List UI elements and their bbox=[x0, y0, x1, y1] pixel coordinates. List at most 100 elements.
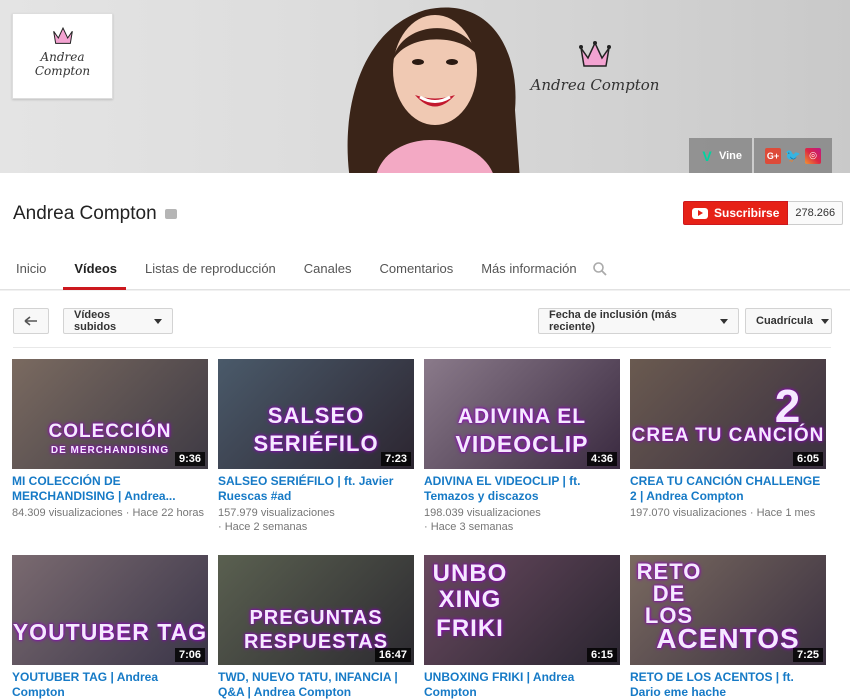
crown-icon bbox=[52, 26, 73, 44]
video-card[interactable]: CREA TU CANCIÓN 2 6:05 CREA TU CANCIÓN C… bbox=[630, 359, 826, 520]
video-card[interactable]: YOUTUBER TAG 7:06 YOUTUBER TAG | Andrea … bbox=[12, 555, 208, 700]
tab-videos[interactable]: Vídeos bbox=[60, 261, 131, 290]
sort-dropdown[interactable]: Fecha de inclusión (más reciente) bbox=[538, 308, 739, 334]
duration-badge: 6:15 bbox=[586, 648, 617, 662]
video-meta: 197.070 visualizaciones · Hace 1 mes bbox=[630, 507, 816, 519]
duration-badge: 6:05 bbox=[792, 452, 823, 466]
channel-header: Andrea Compton Suscribirse 278.266 Inici… bbox=[0, 173, 850, 290]
subscribe-label: Suscribirse bbox=[714, 206, 780, 220]
tab-label: Canales bbox=[303, 261, 352, 276]
video-thumbnail[interactable]: SALSEO SERIÉFILO 7:23 bbox=[218, 359, 414, 469]
google-plus-icon[interactable]: G+ bbox=[765, 147, 781, 164]
thumbnail-text: UNBO XING bbox=[432, 560, 508, 613]
video-thumbnail[interactable]: CREA TU CANCIÓN 2 6:05 bbox=[630, 359, 826, 469]
banner-brand: Andrea Compton bbox=[520, 40, 670, 120]
tab-label: Inicio bbox=[16, 261, 47, 276]
upload-time: Hace 22 horas bbox=[132, 507, 205, 519]
thumbnail-subtext: FRIKI bbox=[436, 615, 504, 642]
subscribe-group: Suscribirse 278.266 bbox=[683, 201, 844, 225]
filter-label: Vídeos subidos bbox=[74, 309, 117, 333]
view-count: 198.039 visualizaciones bbox=[424, 507, 541, 519]
banner-brand-text: Andrea Compton bbox=[530, 76, 660, 94]
back-arrow-icon bbox=[24, 316, 37, 326]
banner-portrait bbox=[347, 7, 520, 173]
video-thumbnail[interactable]: UNBO XING FRIKI 6:15 bbox=[424, 555, 620, 665]
tab-label: Más información bbox=[481, 261, 577, 276]
view-count: 157.979 visualizaciones bbox=[218, 507, 335, 519]
tab-about[interactable]: Más información bbox=[467, 261, 590, 290]
channel-name[interactable]: Andrea Compton bbox=[13, 203, 157, 225]
tab-label: Listas de reproducción bbox=[144, 261, 276, 276]
video-thumbnail[interactable]: ADIVINA EL VIDEOCLIP 4:36 bbox=[424, 359, 620, 469]
view-count: 84.309 visualizaciones bbox=[12, 507, 123, 519]
chevron-down-icon bbox=[820, 318, 829, 324]
video-thumbnail[interactable]: COLECCIÓN DE MERCHANDISING 9:36 bbox=[12, 359, 208, 469]
video-title[interactable]: YOUTUBER TAG | Andrea Compton bbox=[12, 670, 208, 700]
subscribe-button[interactable]: Suscribirse bbox=[683, 201, 789, 225]
video-thumbnail[interactable]: YOUTUBER TAG 7:06 bbox=[12, 555, 208, 665]
thumbnail-text: PREGUNTAS bbox=[249, 607, 383, 629]
vine-link[interactable]: V Vine bbox=[689, 138, 752, 173]
filter-dropdown[interactable]: Vídeos subidos bbox=[63, 308, 173, 334]
tab-label: Vídeos bbox=[74, 261, 117, 276]
upload-time: Hace 2 semanas bbox=[224, 521, 308, 533]
thumbnail-text: RETO DE LOS bbox=[636, 559, 702, 628]
crown-icon bbox=[579, 41, 611, 67]
search-icon[interactable] bbox=[592, 261, 608, 277]
duration-badge: 4:36 bbox=[586, 452, 617, 466]
thumbnail-text: YOUTUBER TAG bbox=[12, 619, 208, 645]
duration-badge: 7:06 bbox=[174, 648, 205, 662]
duration-badge: 16:47 bbox=[374, 648, 411, 662]
video-meta: 198.039 visualizaciones · Hace 3 semanas bbox=[424, 507, 541, 533]
vine-label: Vine bbox=[718, 149, 743, 162]
video-title[interactable]: UNBOXING FRIKI | Andrea Compton bbox=[424, 670, 620, 700]
tab-label: Comentarios bbox=[379, 261, 454, 276]
channel-title: Andrea Compton bbox=[13, 203, 177, 225]
video-thumbnail[interactable]: PREGUNTAS RESPUESTAS 16:47 bbox=[218, 555, 414, 665]
tab-comments[interactable]: Comentarios bbox=[366, 261, 468, 290]
video-title[interactable]: SALSEO SERIÉFILO | ft. Javier Ruescas #a… bbox=[218, 474, 414, 504]
video-title[interactable]: RETO DE LOS ACENTOS | ft. Dario eme hach… bbox=[630, 670, 826, 700]
upload-time: Hace 3 semanas bbox=[430, 521, 514, 533]
chevron-down-icon bbox=[720, 318, 728, 324]
chevron-down-icon bbox=[154, 318, 162, 324]
channel-tabs: Inicio Vídeos Listas de reproducción Can… bbox=[0, 261, 591, 290]
tab-channels[interactable]: Canales bbox=[290, 261, 366, 290]
avatar-text: Andrea Compton bbox=[34, 50, 91, 78]
video-card[interactable]: RETO DE LOS ACENTOS 7:25 RETO DE LOS ACE… bbox=[630, 555, 826, 700]
thumbnail-subtext: 2 bbox=[774, 380, 802, 432]
active-tab-indicator bbox=[63, 287, 126, 290]
video-title[interactable]: CREA TU CANCIÓN CHALLENGE 2 | Andrea Com… bbox=[630, 474, 826, 504]
verified-icon bbox=[164, 209, 177, 219]
duration-badge: 7:23 bbox=[380, 452, 411, 466]
tab-playlists[interactable]: Listas de reproducción bbox=[131, 261, 290, 290]
video-thumbnail[interactable]: RETO DE LOS ACENTOS 7:25 bbox=[630, 555, 826, 665]
video-card[interactable]: UNBO XING FRIKI 6:15 UNBOXING FRIKI | An… bbox=[424, 555, 620, 700]
video-meta: 157.979 visualizaciones · Hace 2 semanas bbox=[218, 507, 335, 533]
video-card[interactable]: PREGUNTAS RESPUESTAS 16:47 TWD, NUEVO TA… bbox=[218, 555, 414, 700]
thumbnail-text: COLECCIÓN bbox=[48, 421, 172, 442]
channel-avatar[interactable]: Andrea Compton bbox=[12, 13, 113, 99]
video-card[interactable]: SALSEO SERIÉFILO 7:23 SALSEO SERIÉFILO |… bbox=[218, 359, 414, 534]
video-card[interactable]: COLECCIÓN DE MERCHANDISING 9:36 MI COLEC… bbox=[12, 359, 208, 520]
view-label: Cuadrícula bbox=[756, 315, 813, 327]
view-dropdown[interactable]: Cuadrícula bbox=[745, 308, 832, 334]
instagram-icon[interactable]: ◎ bbox=[805, 147, 821, 164]
view-count: 197.070 visualizaciones bbox=[630, 507, 747, 519]
videos-content: Vídeos subidos Fecha de inclusión (más r… bbox=[0, 291, 850, 700]
twitter-icon[interactable]: 🐦 bbox=[785, 148, 801, 164]
thumbnail-text: SALSEO bbox=[267, 403, 365, 428]
tab-inicio[interactable]: Inicio bbox=[0, 261, 60, 290]
duration-badge: 9:36 bbox=[174, 452, 205, 466]
video-title[interactable]: MI COLECCIÓN DE MERCHANDISING | Andrea..… bbox=[12, 474, 208, 504]
video-title[interactable]: TWD, NUEVO TATU, INFANCIA | Q&A | Andrea… bbox=[218, 670, 414, 700]
video-title[interactable]: ADIVINA EL VIDEOCLIP | ft. Temazos y dis… bbox=[424, 474, 620, 504]
duration-badge: 7:25 bbox=[792, 648, 823, 662]
youtube-icon bbox=[692, 207, 708, 219]
thumbnail-text: ADIVINA EL bbox=[457, 405, 587, 428]
upload-time: Hace 1 mes bbox=[756, 507, 816, 519]
social-links: G+ 🐦 ◎ bbox=[754, 138, 832, 173]
vine-icon: V bbox=[702, 147, 712, 164]
back-button[interactable] bbox=[13, 308, 49, 334]
video-card[interactable]: ADIVINA EL VIDEOCLIP 4:36 ADIVINA EL VID… bbox=[424, 359, 620, 534]
